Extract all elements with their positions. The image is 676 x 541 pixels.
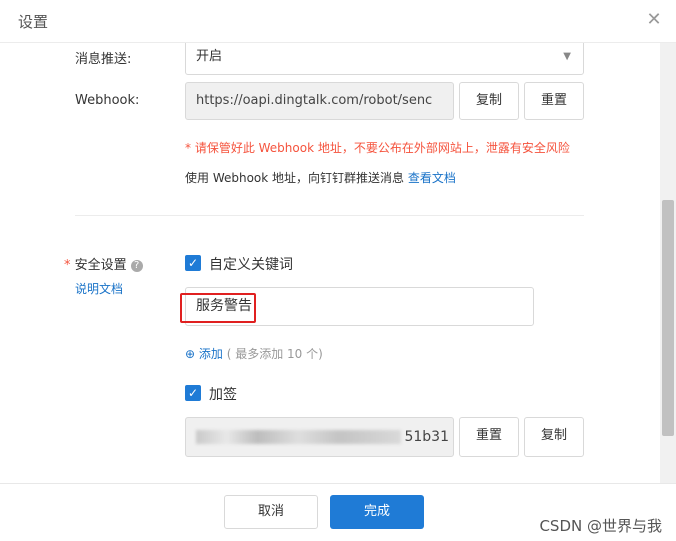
required-mark: *	[64, 258, 71, 273]
webhook-warning: * 请保管好此 Webhook 地址，不要公布在外部网站上，泄露有安全风险	[185, 141, 570, 155]
add-keyword-link[interactable]: 添加	[199, 347, 223, 361]
annotation-highlight	[180, 293, 256, 323]
reset-webhook-button[interactable]: 重置	[524, 82, 584, 120]
add-hint: ( 最多添加 10 个)	[226, 347, 323, 361]
chevron-down-icon: ▼	[563, 51, 571, 62]
ok-button[interactable]: 完成	[330, 495, 424, 529]
keyword-checkbox[interactable]: ✓	[185, 255, 201, 271]
sign-checkbox[interactable]: ✓	[185, 385, 201, 401]
copy-secret-button[interactable]: 复制	[524, 417, 584, 457]
secret-redacted	[196, 430, 401, 444]
add-icon[interactable]: ⊕	[185, 347, 195, 361]
keyword-label: 自定义关键词	[209, 257, 293, 273]
webhook-info-text: 使用 Webhook 地址，向钉钉群推送消息	[185, 171, 405, 185]
watermark: CSDN @世界与我	[539, 517, 662, 535]
security-label-text: 安全设置	[74, 258, 127, 273]
secret-value-tail: 51b31	[404, 429, 449, 445]
reset-secret-button[interactable]: 重置	[459, 417, 519, 457]
cancel-button[interactable]: 取消	[224, 495, 318, 529]
dialog-body: 消息推送: 开启 ▼ Webhook: https://oapi.dingtal…	[0, 43, 660, 483]
webhook-info: 使用 Webhook 地址，向钉钉群推送消息 查看文档	[185, 169, 456, 186]
copy-webhook-button[interactable]: 复制	[459, 82, 519, 120]
divider	[75, 215, 584, 216]
add-keyword[interactable]: ⊕ 添加 ( 最多添加 10 个)	[185, 345, 323, 362]
dialog-title: 设置	[18, 13, 49, 31]
settings-dialog: 设置 ✕ 消息推送: 开启 ▼ Webhook: https://oapi.di…	[0, 0, 676, 541]
webhook-value: https://oapi.dingtalk.com/robot/senc	[196, 93, 433, 108]
push-select-value: 开启	[196, 49, 223, 64]
scrollbar-thumb[interactable]	[662, 200, 674, 436]
push-select[interactable]: 开启 ▼	[185, 43, 584, 75]
view-doc-link[interactable]: 查看文档	[408, 171, 456, 185]
close-icon[interactable]: ✕	[644, 10, 664, 30]
security-doc-link[interactable]: 说明文档	[75, 280, 123, 297]
push-label: 消息推送:	[75, 52, 132, 67]
dialog-header: 设置 ✕	[0, 0, 676, 43]
scrollbar[interactable]	[660, 43, 676, 483]
webhook-input[interactable]: https://oapi.dingtalk.com/robot/senc	[185, 82, 454, 120]
sign-label: 加签	[209, 387, 237, 403]
security-label: * 安全设置?	[64, 254, 143, 273]
help-icon[interactable]: ?	[130, 260, 143, 272]
webhook-label: Webhook:	[75, 93, 140, 108]
dialog-footer: 取消 完成 CSDN @世界与我	[0, 483, 676, 541]
